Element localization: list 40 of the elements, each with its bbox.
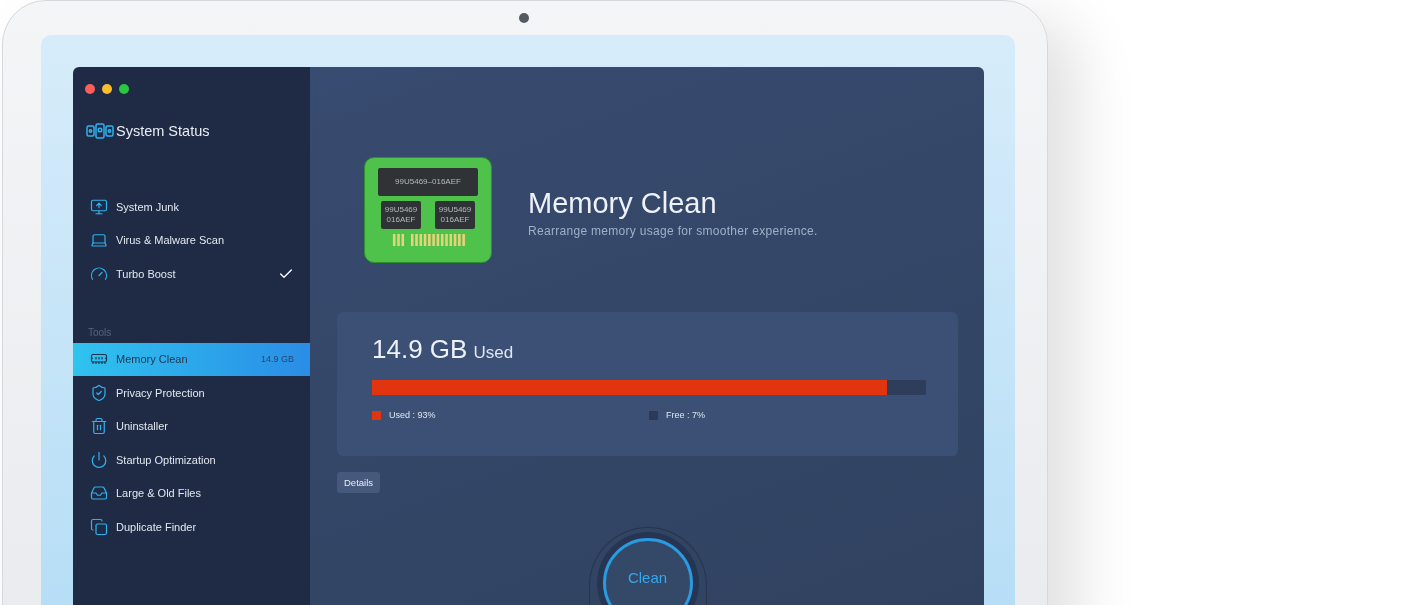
sidebar-item[interactable]: Memory Clean 14.9 GB [73, 342, 310, 376]
sidebar-item-label: Duplicate Finder [116, 520, 198, 533]
chip-label: 99U5469–016AEF [378, 168, 478, 196]
sidebar-item-icon [90, 450, 108, 469]
sidebar-item-label: Startup Optimization [116, 453, 217, 466]
sidebar-item[interactable]: Virus & Malware Scan [73, 223, 310, 257]
page-subtitle: Rearrange memory usage for smoother experience. [528, 223, 818, 238]
sidebar-item-icon [90, 484, 108, 503]
sidebar-item[interactable]: Large & Old Files [73, 476, 310, 510]
minimize-button[interactable] [102, 84, 112, 94]
sidebar-header: System Status [116, 123, 210, 139]
memory-amount: 14.9 GB [372, 334, 468, 365]
close-button[interactable] [85, 84, 95, 94]
sidebar-item[interactable]: Uninstaller [73, 409, 310, 443]
chip-label: 99U5469 016AEF [381, 201, 421, 229]
sidebar-item[interactable]: Duplicate Finder [73, 510, 310, 544]
details-button[interactable]: Details [337, 472, 381, 493]
sidebar-item-label: Memory Clean [116, 353, 189, 366]
legend-label: Used : 93% [389, 410, 436, 420]
sidebar-item[interactable]: Turbo Boost [73, 257, 310, 291]
sidebar-item-icon [90, 383, 108, 402]
sidebar-item-label: Uninstaller [116, 420, 169, 433]
legend-label: Free : 7% [666, 410, 705, 420]
sidebar-item-icon [90, 517, 108, 536]
sidebar-item-icon [90, 197, 108, 216]
page-title: Memory Clean [528, 186, 718, 220]
chip-label: 99U5469 016AEF [435, 201, 475, 229]
sidebar-item-icon [90, 264, 108, 283]
sidebar-item[interactable]: Privacy Protection [73, 376, 310, 410]
sidebar-item[interactable]: System Junk [73, 190, 310, 224]
sidebar-item-label: Large & Old Files [116, 487, 202, 500]
maximize-button[interactable] [119, 84, 129, 94]
system-status-icon [86, 122, 114, 140]
camera-icon [519, 13, 529, 23]
memory-unit: Used [473, 343, 514, 363]
sidebar-item[interactable]: Startup Optimization [73, 443, 310, 477]
memory-size-label: 14.9 GB [260, 354, 294, 365]
sidebar-item-icon [90, 417, 108, 436]
sidebar-item-label: Privacy Protection [116, 386, 206, 399]
sidebar-item-icon [90, 231, 108, 250]
